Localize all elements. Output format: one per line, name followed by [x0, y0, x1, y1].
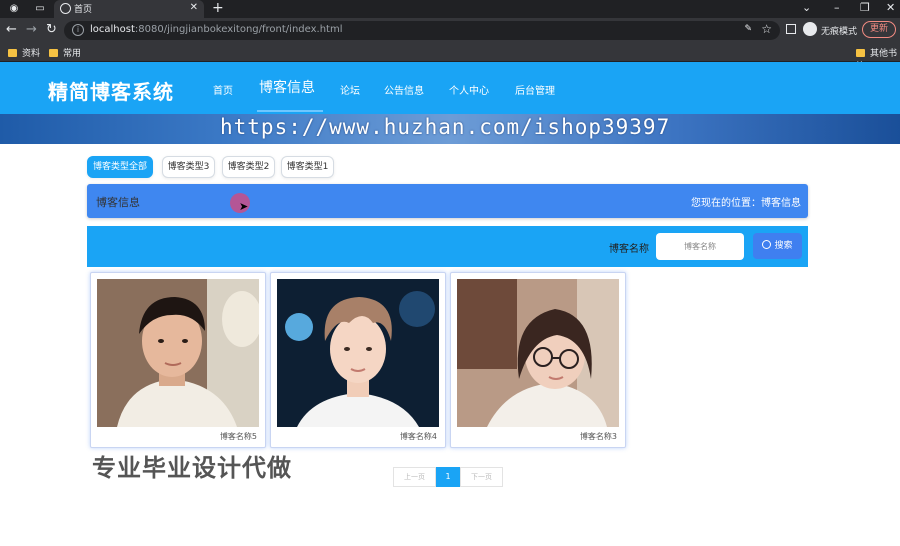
blog-card[interactable]: 博客名称3	[450, 272, 626, 448]
prev-page-button[interactable]: 上一页	[393, 467, 436, 487]
blog-name: 博客名称4	[399, 432, 437, 441]
search-icon	[762, 240, 772, 249]
globe-icon	[60, 3, 71, 14]
nav-active-indicator	[257, 110, 323, 112]
nav-announcements[interactable]: 公告信息	[384, 82, 424, 97]
blog-name: 博客名称3	[579, 432, 617, 441]
search-input[interactable]	[656, 233, 744, 260]
address-bar[interactable]: i localhost:8080/jingjianbokexitong/fron…	[64, 21, 780, 40]
new-tab-icon[interactable]: +	[212, 0, 224, 16]
site-logo[interactable]: 精简博客系统	[48, 76, 174, 105]
nav-home[interactable]: 首页	[213, 82, 233, 97]
nav-blog-info[interactable]: 博客信息	[259, 77, 315, 97]
browser-menu-icon[interactable]: ◉	[8, 3, 20, 15]
site-info-icon[interactable]: i	[72, 24, 84, 36]
bookmarks-bar: 资料 常用 其他书签	[0, 43, 900, 72]
folder-icon	[49, 49, 58, 57]
browser-tab-strip: ◉ ▭ 首页 ✕ + ⌄ – ❐ ✕	[0, 0, 900, 18]
filter-type3[interactable]: 博客类型3	[162, 156, 215, 178]
blog-photo[interactable]	[457, 279, 619, 427]
promo-text: 专业毕业设计代做	[92, 454, 292, 482]
folder-icon	[856, 49, 865, 57]
restore-icon[interactable]: ❐	[860, 1, 870, 14]
watermark-text: https://www.huzhan.com/ishop39397	[220, 115, 671, 139]
nav-personal-center[interactable]: 个人中心	[449, 82, 489, 97]
blog-name: 博客名称5	[219, 432, 257, 441]
site-header: 精简博客系统 首页 博客信息 论坛 公告信息 个人中心 后台管理	[0, 62, 900, 114]
blog-photo[interactable]	[97, 279, 259, 427]
minimize-icon[interactable]: –	[834, 1, 840, 14]
browser-toolbar: ← → ↻ i localhost:8080/jingjianbokexiton…	[0, 18, 900, 43]
side-panel-icon[interactable]	[786, 24, 796, 34]
nav-admin[interactable]: 后台管理	[515, 82, 555, 97]
blog-card[interactable]: 博客名称4	[270, 272, 446, 448]
tab-title: 首页	[74, 5, 93, 15]
url-host: localhost	[90, 24, 135, 35]
tab-close-icon[interactable]: ✕	[190, 2, 198, 13]
filter-type1[interactable]: 博客类型1	[281, 156, 334, 178]
current-location: 您现在的位置：博客信息	[691, 198, 801, 209]
incognito-label: 无痕模式	[821, 27, 858, 37]
page-1-button[interactable]: 1	[436, 467, 460, 487]
bookmark-folder-changyong[interactable]: 常用	[49, 46, 81, 59]
back-icon[interactable]: ←	[6, 23, 17, 37]
blog-card[interactable]: 博客名称5	[90, 272, 266, 448]
url-path: :8080/jingjianbokexitong/front/index.htm…	[134, 24, 343, 35]
tab-list-chevron-icon[interactable]: ⌄	[802, 1, 811, 14]
forward-icon[interactable]: →	[26, 23, 37, 37]
translate-icon[interactable]: ✎	[744, 24, 752, 34]
blog-photo[interactable]	[277, 279, 439, 427]
close-window-icon[interactable]: ✕	[886, 1, 895, 14]
breadcrumb: 博客信息 您现在的位置：博客信息	[87, 184, 808, 218]
next-page-button[interactable]: 下一页	[460, 467, 503, 487]
incognito-icon	[803, 22, 817, 36]
filter-all[interactable]: 博客类型全部	[87, 156, 153, 178]
update-button[interactable]: 更新	[862, 21, 896, 38]
browser-tab[interactable]: 首页 ✕	[54, 0, 204, 18]
folder-icon	[8, 49, 17, 57]
search-bar: 博客名称 搜索	[87, 226, 808, 267]
reload-icon[interactable]: ↻	[46, 23, 57, 37]
tab-search-icon[interactable]: ▭	[34, 3, 46, 15]
search-label: 博客名称	[609, 244, 649, 255]
section-title: 博客信息	[96, 196, 140, 209]
nav-forum[interactable]: 论坛	[340, 82, 360, 97]
bookmark-star-icon[interactable]: ☆	[761, 22, 772, 36]
filter-type2[interactable]: 博客类型2	[222, 156, 275, 178]
bookmark-folder-ziliao[interactable]: 资料	[8, 46, 40, 59]
mouse-pointer-icon: ➤	[239, 200, 249, 213]
search-button[interactable]: 搜索	[753, 233, 802, 259]
